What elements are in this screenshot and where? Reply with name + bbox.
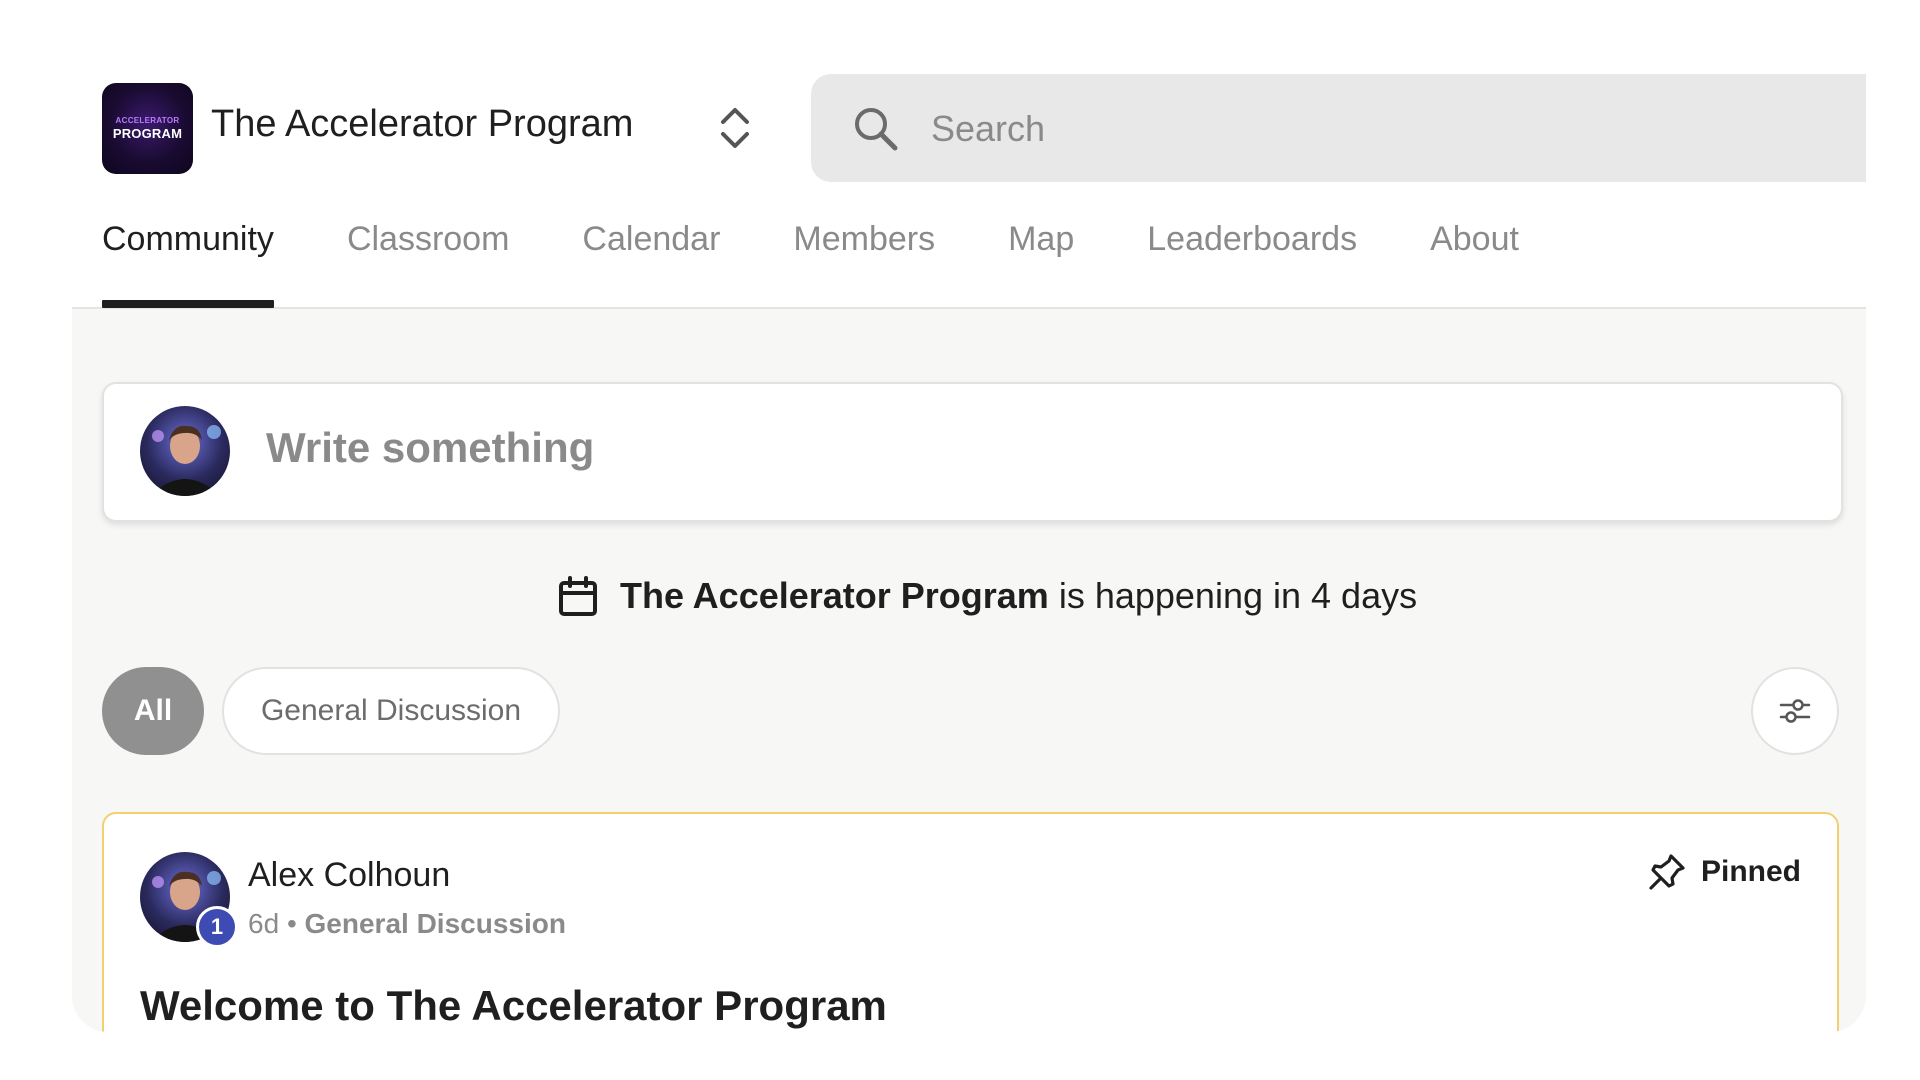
tab-classroom[interactable]: Classroom <box>347 220 509 307</box>
post-title[interactable]: Welcome to The Accelerator Program <box>140 982 887 1030</box>
logo-line-1: ACCELERATOR <box>115 116 180 125</box>
filter-chip-all[interactable]: All <box>102 667 204 755</box>
meta-separator: • <box>286 908 297 939</box>
logo-line-2: PROGRAM <box>112 126 183 141</box>
community-title[interactable]: The Accelerator Program <box>211 103 633 146</box>
nav-tabs: Community Classroom Calendar Members Map… <box>102 220 1519 308</box>
tab-leaderboards[interactable]: Leaderboards <box>1147 220 1357 307</box>
filter-chip-general-discussion[interactable]: General Discussion <box>222 667 560 755</box>
tab-about[interactable]: About <box>1430 220 1519 307</box>
pinned-indicator: Pinned <box>1647 852 1801 892</box>
filter-settings-button[interactable] <box>1751 667 1839 755</box>
post-meta: 6d • General Discussion <box>248 908 566 940</box>
post-composer[interactable]: Write something <box>102 382 1843 522</box>
community-logo[interactable]: ACCELERATOR PROGRAM <box>102 83 193 174</box>
tab-map[interactable]: Map <box>1008 220 1074 307</box>
post-category[interactable]: General Discussion <box>305 908 566 939</box>
event-name[interactable]: The Accelerator Program <box>620 575 1049 617</box>
app-window: ACCELERATOR PROGRAM The Accelerator Prog… <box>72 0 1866 1032</box>
community-feed: Write something The Accelerator Program … <box>72 309 1866 1032</box>
tab-calendar[interactable]: Calendar <box>582 220 720 307</box>
composer-placeholder: Write something <box>266 424 595 471</box>
tab-members[interactable]: Members <box>793 220 935 307</box>
tab-community[interactable]: Community <box>102 220 274 308</box>
pinned-post-card[interactable]: 1 Alex Colhoun 6d • General Discussion P… <box>102 812 1839 1032</box>
sliders-icon <box>1779 699 1811 723</box>
upcoming-event-banner[interactable]: The Accelerator Program is happening in … <box>556 571 1417 621</box>
search-input[interactable] <box>929 74 1833 184</box>
calendar-icon <box>559 576 597 616</box>
post-author-name[interactable]: Alex Colhoun <box>248 856 450 895</box>
header: ACCELERATOR PROGRAM The Accelerator Prog… <box>72 0 1866 309</box>
post-age: 6d <box>248 908 280 939</box>
avatar[interactable] <box>140 406 230 496</box>
pin-icon <box>1649 854 1685 890</box>
level-badge: 1 <box>196 906 238 948</box>
search-bar[interactable] <box>811 74 1866 184</box>
search-icon <box>855 108 898 151</box>
chevron-up-down-icon[interactable] <box>712 102 758 154</box>
pinned-label: Pinned <box>1700 855 1801 888</box>
event-countdown: is happening in 4 days <box>1058 575 1418 616</box>
